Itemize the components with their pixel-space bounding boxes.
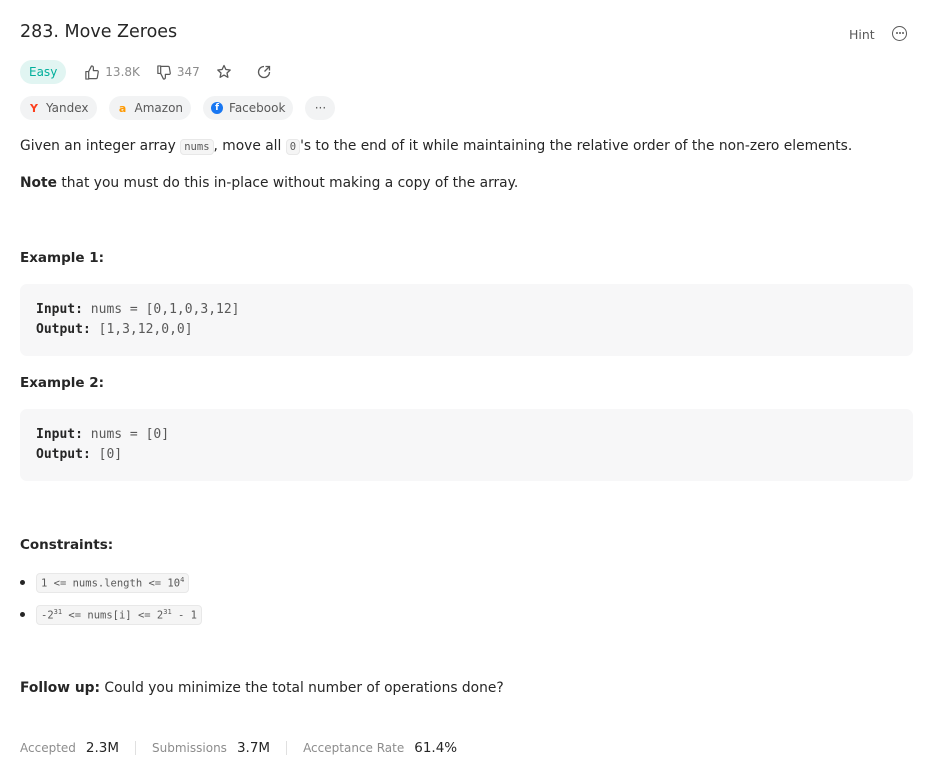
bullet — [20, 612, 25, 618]
constraint-code: 1 <= nums.length <= 104 — [36, 573, 190, 593]
divider — [286, 741, 288, 755]
divider — [135, 741, 137, 755]
like-button[interactable]: 13.8K — [84, 64, 140, 80]
share-icon — [257, 65, 270, 79]
submissions-value: 3.7M — [236, 740, 271, 756]
example-2-block: Input: nums = [0] Output: [0] — [20, 409, 913, 481]
description-text: 's to the end of it while maintaining th… — [300, 138, 853, 154]
accepted-label: Accepted — [20, 741, 76, 755]
input-value: nums = [0,1,0,3,12] — [90, 302, 240, 317]
more-tags-button[interactable]: ··· — [305, 96, 336, 120]
inline-code: nums — [180, 139, 214, 155]
example-1-title: Example 1: — [20, 250, 105, 266]
output-value: [0] — [98, 447, 123, 462]
company-tags-row: Y Yandex a Amazon f Facebook ··· — [20, 95, 347, 121]
stats-footer: Accepted 2.3M Submissions 3.7M Acceptanc… — [20, 738, 457, 758]
accepted-value: 2.3M — [85, 740, 120, 756]
note-text: that you must do this in-place without m… — [56, 175, 519, 191]
problem-title: 283. Move Zeroes — [20, 22, 178, 42]
note-label: Note — [20, 175, 57, 191]
example-output-line: Output: [0] — [36, 447, 122, 462]
company-name: Yandex — [46, 101, 89, 115]
description-paragraph: Given an integer array nums, move all 0 '… — [20, 138, 853, 155]
company-name: Facebook — [229, 101, 286, 115]
inline-code: 0 — [285, 139, 301, 155]
input-label: Input: — [36, 302, 83, 317]
facebook-logo-icon: f — [211, 102, 224, 114]
input-value: nums = [0] — [90, 427, 170, 442]
share-button[interactable] — [256, 64, 272, 80]
dislike-button[interactable]: 347 — [156, 64, 200, 80]
constraint-code: -231 <= nums[i] <= 231 - 1 — [36, 605, 202, 625]
like-count: 13.8K — [105, 65, 140, 79]
example-output-line: Output: [1,3,12,0,0] — [36, 322, 193, 337]
example-2-title: Example 2: — [20, 375, 105, 391]
difficulty-badge: Easy — [20, 60, 67, 84]
followup-text: Could you minimize the total number of o… — [100, 680, 504, 696]
company-tag-amazon[interactable]: a Amazon — [108, 96, 192, 120]
amazon-logo-icon: a — [118, 101, 127, 115]
hint-button[interactable]: Hint — [849, 27, 875, 42]
note-paragraph: Note that you must do this in-place with… — [20, 175, 518, 191]
description-text: Given an integer array — [20, 138, 181, 154]
example-input-line: Input: nums = [0] — [36, 427, 169, 442]
input-label: Input: — [36, 427, 83, 442]
output-value: [1,3,12,0,0] — [98, 322, 193, 337]
favorite-button[interactable] — [216, 64, 232, 80]
problem-meta-row: Easy 13.8K 347 — [20, 59, 296, 85]
company-name: Amazon — [134, 101, 184, 115]
output-label: Output: — [36, 322, 91, 337]
output-label: Output: — [36, 447, 91, 462]
thumbs-down-icon — [157, 64, 171, 80]
company-tag-facebook[interactable]: f Facebook — [203, 96, 294, 120]
constraint-item: 1 <= nums.length <= 104 — [20, 573, 190, 593]
star-icon — [216, 64, 231, 78]
example-1-block: Input: nums = [0,1,0,3,12] Output: [1,3,… — [20, 284, 913, 356]
acceptance-rate-value: 61.4% — [414, 740, 458, 756]
submissions-label: Submissions — [152, 741, 227, 755]
description-text: , move all — [213, 138, 286, 154]
acceptance-rate-label: Acceptance Rate — [303, 741, 405, 755]
more-options-icon[interactable] — [892, 26, 907, 41]
yandex-logo-icon: Y — [30, 101, 38, 115]
constraints-title: Constraints: — [20, 537, 114, 553]
constraint-item: -231 <= nums[i] <= 231 - 1 — [20, 605, 202, 625]
followup-paragraph: Follow up: Could you minimize the total … — [20, 680, 504, 696]
followup-label: Follow up: — [20, 680, 101, 696]
bullet — [20, 580, 25, 586]
dislike-count: 347 — [176, 65, 200, 79]
company-tag-yandex[interactable]: Y Yandex — [20, 96, 97, 120]
example-input-line: Input: nums = [0,1,0,3,12] — [36, 302, 240, 317]
thumbs-up-icon — [85, 64, 100, 80]
